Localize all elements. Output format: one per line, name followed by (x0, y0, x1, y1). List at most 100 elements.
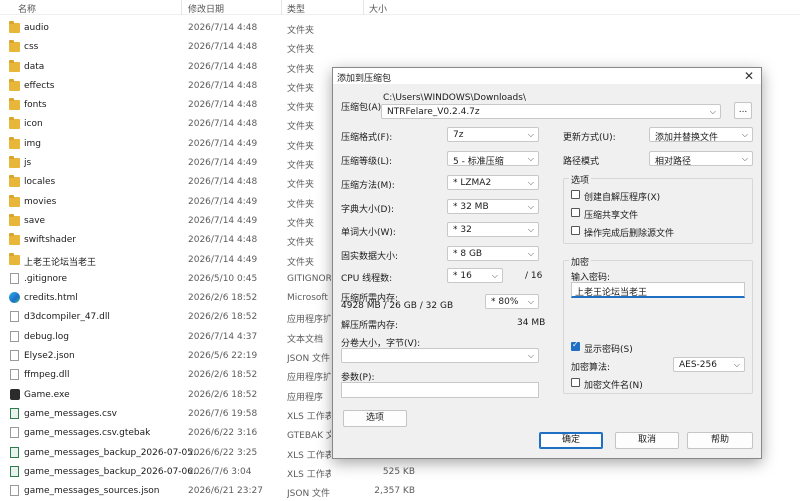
dict-select[interactable]: * 32 MB ⌵ (447, 199, 539, 214)
level-select[interactable]: 5 - 标准压缩 ⌵ (447, 151, 539, 167)
column-type[interactable]: 类型 (287, 2, 305, 15)
path-mode-value: 相对路径 (655, 157, 692, 167)
file-icon (10, 272, 19, 284)
folder-icon (9, 233, 20, 246)
solid-select[interactable]: * 8 GB ⌵ (447, 246, 539, 261)
sfx-checkbox[interactable] (571, 190, 580, 199)
ok-button[interactable]: 确定 (539, 432, 603, 449)
help-button[interactable]: 帮助 (687, 432, 753, 449)
password-input[interactable]: 上老王论坛当老王 (571, 282, 745, 298)
delete-after-checkbox[interactable] (571, 226, 580, 235)
folder-icon (9, 98, 20, 111)
file-type: XLS 工作表 (287, 450, 331, 461)
dialog-titlebar: 添加到压缩包 ✕ (333, 68, 761, 84)
mem-comp-select[interactable]: * 80% ⌵ (485, 294, 539, 309)
file-name: 上老王论坛当老王 (24, 257, 97, 268)
file-name: game_messages_backup_2026-07-06... (24, 466, 202, 477)
chevron-down-icon: ⌵ (527, 130, 534, 139)
file-name: save (24, 215, 46, 226)
file-type: 文件夹 (287, 161, 315, 172)
options-button[interactable]: 选项 (343, 410, 407, 427)
mem-comp-value: * 80% (491, 297, 519, 307)
folder-icon (9, 156, 20, 169)
threads-value: * 16 (453, 271, 472, 281)
show-password-label: 显示密码(S) (584, 345, 633, 355)
table-row[interactable]: css 2026/7/14 4:48 文件夹 (0, 38, 800, 57)
file-icon (10, 350, 19, 362)
file-type: 应用程序 (287, 392, 324, 403)
method-value: * LZMA2 (453, 178, 492, 188)
word-select[interactable]: * 32 ⌵ (447, 222, 539, 237)
file-date: 2026/7/6 19:58 (188, 408, 258, 419)
file-type: JSON 文件 (287, 354, 331, 365)
split-combo[interactable]: ⌵ (341, 348, 539, 363)
method-select[interactable]: * LZMA2 ⌵ (447, 175, 539, 190)
folder-icon (9, 213, 20, 226)
threads-select[interactable]: * 16 ⌵ (447, 268, 503, 283)
path-mode-select[interactable]: 相对路径 ⌵ (649, 151, 753, 167)
file-type: XLS 工作表 (287, 469, 331, 480)
shared-files-checkbox[interactable] (571, 208, 580, 217)
dict-value: * 32 MB (453, 202, 489, 212)
close-icon[interactable]: ✕ (743, 69, 755, 83)
file-type: 文件夹 (287, 218, 315, 229)
file-name: effects (24, 80, 55, 91)
table-row[interactable]: game_messages_sources.json 2026/6/21 23:2… (0, 482, 800, 501)
threads-total: / 16 (525, 271, 543, 281)
file-name: ffmpeg.dll (24, 370, 70, 381)
file-date: 2026/2/6 18:52 (188, 389, 258, 400)
update-select[interactable]: 添加并替换文件 ⌵ (649, 127, 753, 143)
encrypt-names-checkbox[interactable] (571, 378, 580, 387)
file-type: GITIGNORE (287, 273, 331, 284)
show-password-checkbox[interactable] (571, 340, 580, 351)
file-name: icon (24, 119, 43, 130)
file-type: 文件夹 (287, 141, 315, 152)
file-name: game_messages_sources.json (24, 486, 160, 497)
file-name: img (24, 138, 41, 149)
column-size[interactable]: 大小 (369, 2, 387, 15)
column-date[interactable]: 修改日期 (188, 2, 224, 15)
file-date: 2026/7/6 3:04 (188, 466, 252, 477)
format-label: 压缩格式(F): (341, 133, 393, 143)
chevron-down-icon: ⌵ (527, 178, 534, 187)
file-date: 2026/6/21 23:27 (188, 486, 263, 497)
chevron-down-icon: ⌵ (527, 351, 534, 360)
file-date: 2026/7/14 4:48 (188, 100, 258, 111)
file-icon (10, 330, 19, 342)
file-type: 文件夹 (287, 257, 315, 268)
file-type: 文件夹 (287, 26, 315, 36)
folder-icon (9, 252, 20, 265)
edge-icon (9, 292, 20, 304)
file-type: 文件夹 (287, 45, 315, 56)
file-name: fonts (24, 100, 47, 111)
chevron-down-icon: ⌵ (733, 360, 740, 369)
file-date: 2026/2/6 18:52 (188, 293, 258, 304)
table-row[interactable]: audio 2026/7/14 4:48 文件夹 (0, 19, 800, 38)
file-type: 应用程序扩展 (287, 315, 331, 326)
column-header: 名称 修改日期 类型 大小 (0, 0, 800, 15)
encrypt-names-label: 加密文件名(N) (584, 381, 643, 391)
params-input[interactable] (341, 382, 539, 398)
file-date: 2026/7/14 4:49 (188, 254, 258, 265)
update-value: 添加并替换文件 (655, 133, 719, 143)
column-name[interactable]: 名称 (18, 2, 36, 15)
chevron-down-icon: ⌵ (527, 249, 534, 258)
enc-method-select[interactable]: AES-256 ⌵ (673, 357, 745, 372)
path-mode-label: 路径模式 (563, 157, 600, 167)
archive-name-value: NTRFelare_V0.2.4.7z (387, 107, 480, 117)
table-row[interactable]: game_messages_backup_2026-07-06... 2026/7… (0, 463, 800, 482)
chevron-down-icon: ⌵ (741, 154, 748, 163)
archive-label: 压缩包(A): (341, 103, 385, 113)
enc-method-label: 加密算法: (571, 363, 611, 373)
file-size: 525 KB (382, 466, 415, 477)
sfx-label: 创建自解压程序(X) (584, 193, 661, 203)
file-date: 2026/7/14 4:49 (188, 158, 258, 169)
cancel-button[interactable]: 取消 (615, 432, 679, 449)
dict-label: 字典大小(D): (341, 205, 394, 215)
file-date: 2026/2/6 18:52 (188, 370, 258, 381)
archive-name-combo[interactable]: NTRFelare_V0.2.4.7z ⌵ (381, 104, 721, 119)
format-select[interactable]: 7z ⌵ (447, 127, 539, 142)
spreadsheet-icon (10, 407, 19, 419)
browse-button[interactable]: ... (734, 102, 752, 119)
file-type: 文件夹 (287, 64, 315, 75)
